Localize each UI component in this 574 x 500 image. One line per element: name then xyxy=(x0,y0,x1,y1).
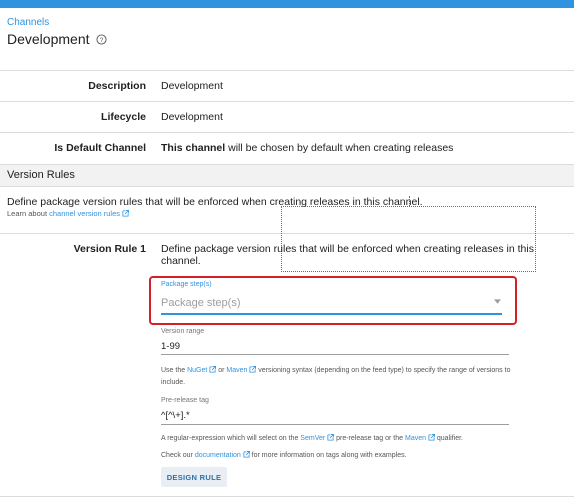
maven-qualifier-link[interactable]: Maven xyxy=(405,435,426,442)
description-value: Development xyxy=(161,80,223,92)
help-text-part: qualifier. xyxy=(434,435,463,442)
external-link-icon xyxy=(122,210,130,217)
documentation-link[interactable]: documentation xyxy=(195,452,241,459)
prerelease-help: A regular-expression which will select o… xyxy=(161,433,521,445)
external-link-icon xyxy=(428,434,435,441)
page-title: Development ? xyxy=(7,31,107,47)
learn-about-text: Learn about channel version rules xyxy=(7,209,130,218)
description-label: Description xyxy=(88,80,146,92)
version-range-help: Use the NuGet or Maven versioning syntax… xyxy=(161,365,521,389)
divider xyxy=(0,496,574,497)
default-channel-label: Is Default Channel xyxy=(54,142,146,154)
svg-text:?: ? xyxy=(99,36,103,43)
package-steps-label: Package step(s) xyxy=(161,281,212,288)
version-rule-label: Version Rule 1 xyxy=(73,243,146,255)
learn-prefix: Learn about xyxy=(7,209,50,218)
design-rule-button[interactable]: DESIGN RULE xyxy=(161,467,227,487)
docs-help: Check our documentation for more informa… xyxy=(161,450,521,462)
top-accent-bar xyxy=(0,0,574,8)
default-channel-rest: will be chosen by default when creating … xyxy=(225,142,454,154)
version-rules-section-bar xyxy=(0,164,574,186)
help-text-part: pre-release tag or the xyxy=(334,435,405,442)
prerelease-label: Pre-release tag xyxy=(161,397,209,404)
selection-guide xyxy=(409,196,410,206)
page-title-text: Development xyxy=(7,31,90,47)
package-steps-select[interactable]: Package step(s) xyxy=(161,297,240,309)
help-icon[interactable]: ? xyxy=(95,33,107,45)
maven-link[interactable]: Maven xyxy=(226,367,247,374)
prerelease-input[interactable]: ^[^\+].* xyxy=(161,410,190,421)
divider xyxy=(0,70,574,71)
version-range-label: Version range xyxy=(161,328,205,335)
divider xyxy=(0,164,574,165)
lifecycle-label: Lifecycle xyxy=(101,111,146,123)
default-channel-value: This channel will be chosen by default w… xyxy=(161,142,453,154)
divider xyxy=(0,132,574,133)
help-text-part: A regular-expression which will select o… xyxy=(161,435,301,442)
semver-link[interactable]: SemVer xyxy=(300,435,325,442)
version-rules-title: Version Rules xyxy=(7,169,75,181)
package-steps-underline xyxy=(161,313,502,315)
help-text-part: Check our xyxy=(161,452,195,459)
nuget-link[interactable]: NuGet xyxy=(187,367,207,374)
prerelease-underline xyxy=(161,424,509,425)
external-link-icon xyxy=(243,451,250,458)
help-text-part: Use the xyxy=(161,367,188,374)
version-range-input[interactable]: 1-99 xyxy=(161,341,180,352)
help-text-part: or xyxy=(216,367,227,374)
breadcrumb-channels[interactable]: Channels xyxy=(7,17,49,28)
default-channel-bold: This channel xyxy=(161,142,226,154)
divider xyxy=(0,186,574,187)
divider xyxy=(0,101,574,102)
version-range-underline xyxy=(161,354,509,355)
chevron-down-icon[interactable] xyxy=(494,299,501,304)
channel-version-rules-link[interactable]: channel version rules xyxy=(49,209,120,218)
version-rule-description: Define package version rules that will b… xyxy=(161,243,534,267)
lifecycle-value: Development xyxy=(161,111,223,123)
help-text-part: for more information on tags along with … xyxy=(249,452,407,459)
